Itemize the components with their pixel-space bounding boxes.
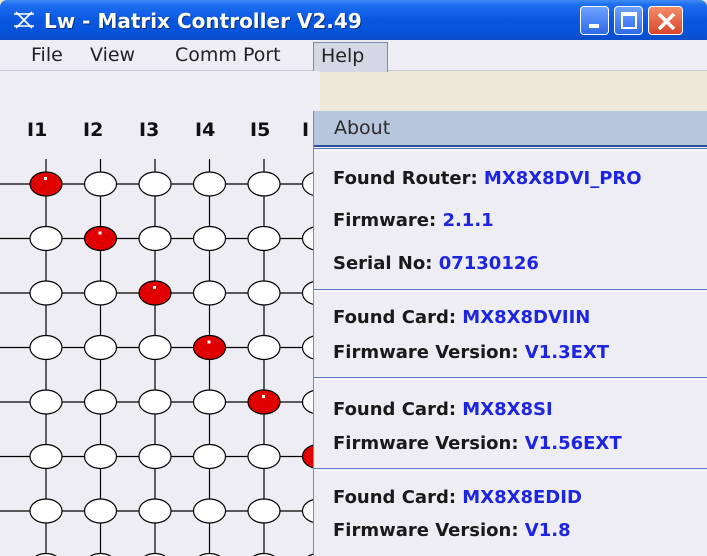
router-info: Found Router: MX8X8DVI_PRO: [333, 168, 642, 189]
menu-bar: File View Comm Port Help: [0, 40, 707, 72]
crosspoint[interactable]: [83, 171, 118, 197]
card-firmware: Firmware Version: V1.56EXT: [333, 433, 622, 454]
crosspoint[interactable]: [192, 443, 227, 470]
crosspoint[interactable]: [83, 334, 118, 361]
crosspoint[interactable]: [83, 389, 118, 415]
menu-separator: [314, 289, 707, 292]
crosspoint-active[interactable]: [138, 280, 172, 306]
crosspoint[interactable]: [247, 443, 281, 470]
menu-help[interactable]: Help: [313, 42, 388, 72]
crosspoint-highlight: [44, 177, 47, 180]
close-icon: [657, 12, 676, 31]
menu-separator: [314, 377, 707, 380]
crosspoint[interactable]: [29, 280, 63, 306]
card-firmware: Firmware Version: V1.3EXT: [333, 342, 610, 363]
menu-file[interactable]: File: [26, 43, 68, 67]
card-info: Found Card: MX8X8SI: [333, 399, 553, 420]
title-bar[interactable]: Lw - Matrix Controller V2.49: [0, 0, 707, 40]
card-firmware: Firmware Version: V1.8: [333, 520, 571, 541]
crosspoint[interactable]: [29, 334, 63, 361]
crosspoint[interactable]: [192, 389, 227, 415]
crosspoint[interactable]: [83, 498, 118, 524]
crosspoint[interactable]: [192, 225, 227, 252]
maximize-icon: [621, 12, 637, 29]
crosspoint[interactable]: [29, 225, 63, 252]
crosspoint[interactable]: [138, 334, 172, 361]
crosspoint[interactable]: [29, 443, 63, 470]
crosspoint[interactable]: [138, 498, 172, 524]
crosspoint[interactable]: [247, 334, 281, 361]
crosspoint-highlight: [207, 340, 211, 344]
crosspoint[interactable]: [247, 498, 281, 524]
crosspoint[interactable]: [138, 225, 172, 252]
crosspoint[interactable]: [192, 280, 227, 306]
menu-view[interactable]: View: [85, 43, 140, 67]
crosspoint-active[interactable]: [247, 389, 281, 415]
router-firmware: Firmware: 2.1.1: [333, 210, 494, 231]
crosspoint-active[interactable]: [29, 171, 63, 197]
menu-separator: [314, 148, 707, 151]
crosspoint[interactable]: [247, 280, 281, 306]
minimize-icon: [589, 24, 599, 28]
help-dropdown-menu: About Found Router: MX8X8DVI_PRO Firmwar…: [313, 111, 707, 556]
matrix-grid: [0, 159, 320, 556]
router-serial: Serial No: 07130126: [333, 253, 539, 274]
crosspoint[interactable]: [192, 171, 227, 197]
crosspoint-matrix: I1 I2 I3 I4 I5 I: [0, 71, 320, 556]
crosspoint[interactable]: [138, 389, 172, 415]
crosspoint[interactable]: [192, 498, 227, 524]
crosspoint-active[interactable]: [192, 334, 227, 361]
crosspoint[interactable]: [138, 443, 172, 470]
menu-separator: [314, 468, 707, 471]
minimize-button[interactable]: [580, 6, 609, 35]
crosspoint-highlight: [262, 395, 265, 398]
close-button[interactable]: [648, 6, 683, 35]
crosspoint[interactable]: [247, 171, 281, 197]
app-icon: [14, 11, 34, 29]
crosspoint-highlight: [98, 231, 102, 235]
menu-item-about[interactable]: About: [314, 111, 707, 147]
crosspoint[interactable]: [247, 225, 281, 252]
crosspoint[interactable]: [83, 280, 118, 306]
card-info: Found Card: MX8X8DVIIN: [333, 307, 591, 328]
window-title: Lw - Matrix Controller V2.49: [44, 9, 362, 33]
crosspoint-active[interactable]: [83, 225, 118, 252]
crosspoint[interactable]: [138, 171, 172, 197]
crosspoint[interactable]: [29, 389, 63, 415]
menu-comm-port[interactable]: Comm Port: [170, 43, 286, 67]
maximize-button[interactable]: [614, 6, 643, 35]
crosspoint-highlight: [153, 286, 156, 289]
crosspoint[interactable]: [83, 443, 118, 470]
card-info: Found Card: MX8X8EDID: [333, 487, 582, 508]
crosspoint[interactable]: [29, 498, 63, 524]
